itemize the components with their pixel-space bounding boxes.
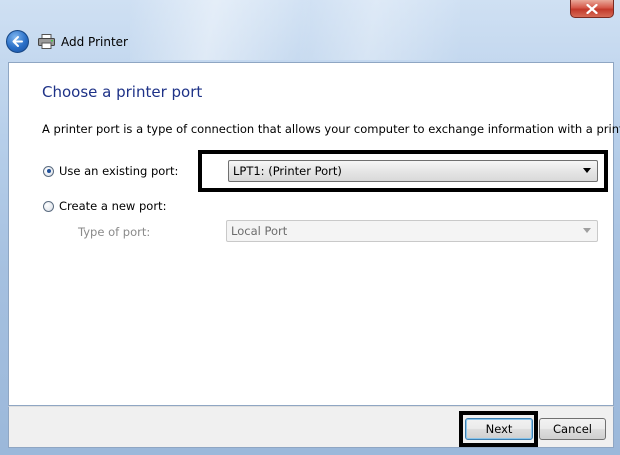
cancel-button[interactable]: Cancel: [539, 418, 606, 440]
wizard-content: Choose a printer port A printer port is …: [8, 62, 620, 406]
page-description: A printer port is a type of connection t…: [42, 122, 620, 136]
printer-icon: [38, 34, 55, 49]
wizard-footer: Next Cancel: [8, 406, 614, 448]
close-button[interactable]: [570, 0, 614, 18]
existing-port-label: Use an existing port:: [59, 164, 179, 178]
window-title: Add Printer: [61, 35, 128, 49]
existing-port-radio[interactable]: [43, 165, 54, 177]
close-icon: [586, 3, 598, 14]
port-type-value: Local Port: [231, 224, 288, 238]
existing-port-option[interactable]: Use an existing port:: [43, 164, 178, 178]
new-port-radio[interactable]: [43, 200, 54, 212]
glass-reflection: [130, 0, 310, 60]
dropdown-arrow-icon: [583, 228, 591, 233]
highlight-annotation: [459, 411, 538, 447]
new-port-label: Create a new port:: [59, 199, 167, 213]
back-button[interactable]: [6, 30, 29, 53]
back-arrow-icon: [12, 36, 23, 47]
page-title: Choose a printer port: [42, 83, 203, 101]
port-type-label: Type of port:: [78, 225, 151, 239]
new-port-option[interactable]: Create a new port:: [43, 199, 166, 213]
window-frame: Add Printer Choose a printer port A prin…: [0, 0, 620, 455]
port-type-select[interactable]: Local Port: [226, 220, 598, 242]
glass-reflection: [300, 0, 460, 60]
highlight-annotation: [198, 150, 608, 192]
